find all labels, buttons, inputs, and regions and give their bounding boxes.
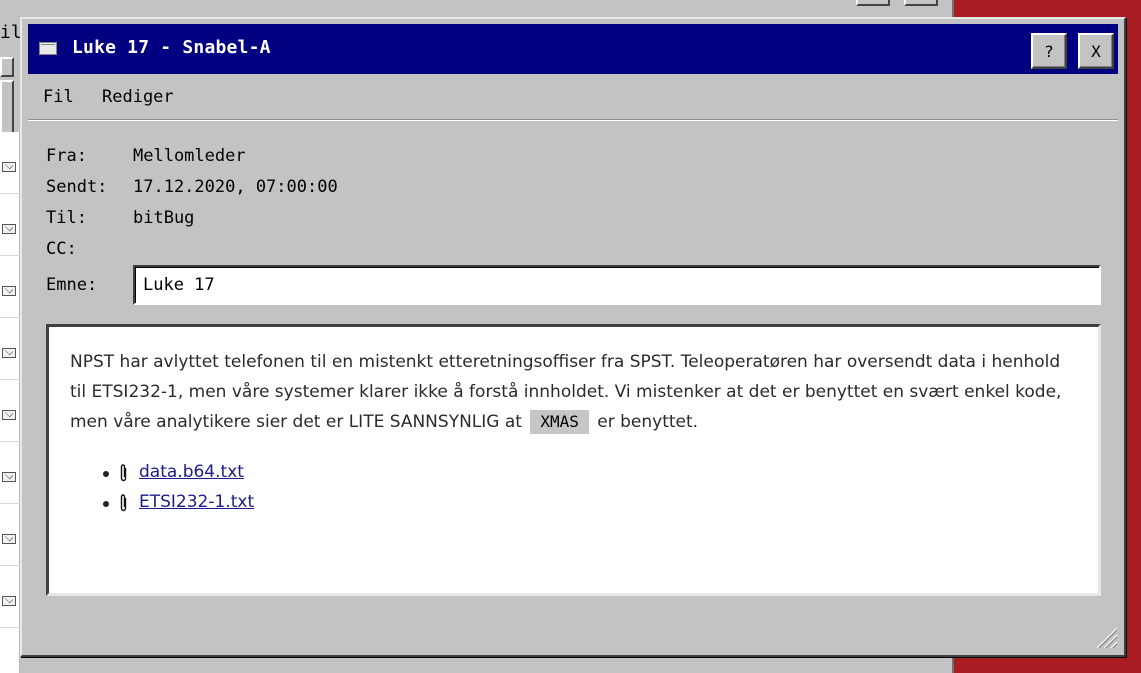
paperclip-icon <box>120 494 127 512</box>
attachment-link-etsi[interactable]: ETSI232-1.txt <box>139 492 254 512</box>
envelope-icon <box>2 286 16 296</box>
mail-window: Luke 17 - Snabel-A ? X Fil Rediger Fra: … <box>20 17 1126 657</box>
menu-bar: Fil Rediger <box>28 79 1118 120</box>
list-row-divider <box>0 441 20 442</box>
background-window-button[interactable] <box>856 0 890 6</box>
background-toolbar-button[interactable] <box>0 80 14 138</box>
envelope-icon <box>2 410 16 420</box>
message-body[interactable]: NPST har avlyttet telefonen til en miste… <box>46 324 1101 596</box>
list-row-divider <box>0 255 20 256</box>
help-button[interactable]: ? <box>1031 33 1067 69</box>
list-row-divider <box>0 193 20 194</box>
bullet-icon <box>103 501 109 507</box>
sent-value: 17.12.2020, 07:00:00 <box>133 177 338 197</box>
code-word: XMAS <box>530 410 589 434</box>
envelope-icon <box>2 348 16 358</box>
list-row-divider <box>0 503 20 504</box>
envelope-icon <box>2 596 16 606</box>
resize-grip-icon[interactable] <box>1094 625 1118 649</box>
list-row-divider <box>0 317 20 318</box>
message-text-after: er benyttet. <box>597 412 699 432</box>
attachment-link-data-b64[interactable]: data.b64.txt <box>139 462 244 482</box>
close-button[interactable]: X <box>1078 33 1114 69</box>
sent-label: Sendt: <box>46 177 108 197</box>
background-window-text: il <box>0 22 22 43</box>
from-label: Fra: <box>46 146 87 166</box>
list-row-divider <box>0 379 20 380</box>
background-message-list[interactable] <box>0 132 20 673</box>
paperclip-icon <box>120 464 127 482</box>
list-row-divider <box>0 627 20 628</box>
to-value: bitBug <box>133 208 195 228</box>
cc-label: CC: <box>46 239 77 259</box>
to-label: Til: <box>46 208 87 228</box>
subject-label: Emne: <box>46 275 98 295</box>
subject-field[interactable] <box>133 265 1101 305</box>
envelope-icon <box>2 534 16 544</box>
envelope-icon <box>39 42 57 55</box>
window-title: Luke 17 - Snabel-A <box>72 37 271 58</box>
envelope-icon <box>2 472 16 482</box>
envelope-icon <box>2 162 16 172</box>
from-value: Mellomleder <box>133 146 246 166</box>
envelope-icon <box>2 224 16 234</box>
menu-fil[interactable]: Fil <box>43 87 74 107</box>
title-bar[interactable]: Luke 17 - Snabel-A ? X <box>28 24 1118 74</box>
menu-rediger[interactable]: Rediger <box>102 87 174 107</box>
list-row-divider <box>0 565 20 566</box>
background-window-button[interactable] <box>904 0 938 6</box>
background-toolbar-button[interactable] <box>0 57 14 77</box>
bullet-icon <box>103 471 109 477</box>
message-text: NPST har avlyttet telefonen til en miste… <box>70 347 1070 437</box>
